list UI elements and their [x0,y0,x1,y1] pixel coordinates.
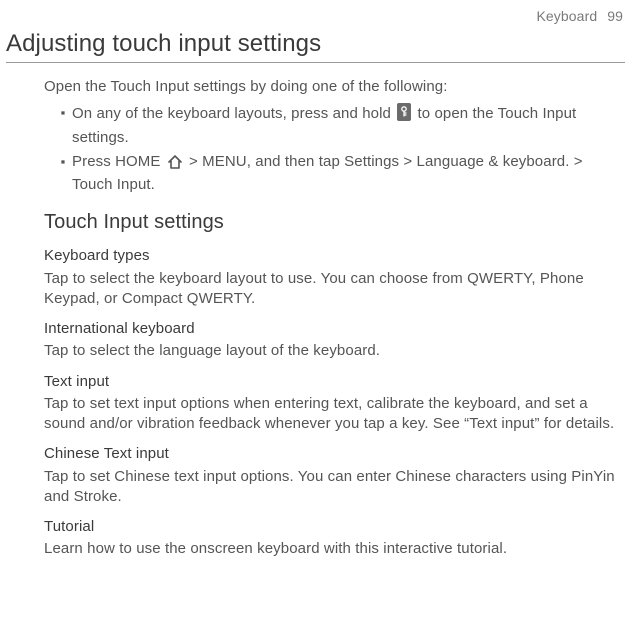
setting-block: Chinese Text input Tap to set Chinese te… [44,444,619,507]
page-title: Adjusting touch input settings [6,30,625,58]
setting-name: Keyboard types [44,246,619,266]
list-item: ▪ Press HOME > MENU, and then tap Settin… [44,152,619,196]
bullet-dot: ▪ [44,152,72,172]
setting-desc: Tap to select the keyboard layout to use… [44,269,619,310]
setting-block: Keyboard types Tap to select the keyboar… [44,246,619,309]
title-rule [6,62,625,63]
setting-block: International keyboard Tap to select the… [44,319,619,362]
running-header: Keyboard 99 [6,8,625,24]
bullet-dot: ▪ [44,103,72,123]
settings-key-icon [397,103,411,127]
setting-desc: Tap to set Chinese text input options. Y… [44,467,619,508]
list-item-text: On any of the keyboard layouts, press an… [72,103,619,148]
section-heading: Touch Input settings [44,209,619,236]
setting-block: Text input Tap to set text input options… [44,372,619,435]
text-fragment: Press HOME [72,153,165,170]
header-section: Keyboard [536,8,597,24]
setting-block: Tutorial Learn how to use the onscreen k… [44,517,619,560]
header-page-number: 99 [607,8,623,24]
body-content: Open the Touch Input settings by doing o… [6,77,625,560]
setting-desc: Tap to select the language layout of the… [44,341,619,361]
list-item-text: Press HOME > MENU, and then tap Settings… [72,152,619,196]
text-fragment: On any of the keyboard layouts, press an… [72,105,395,122]
setting-desc: Tap to set text input options when enter… [44,394,619,435]
list-item: ▪ On any of the keyboard layouts, press … [44,103,619,148]
setting-name: Text input [44,372,619,392]
page: Keyboard 99 Adjusting touch input settin… [0,0,637,560]
setting-name: International keyboard [44,319,619,339]
setting-name: Tutorial [44,517,619,537]
intro-text: Open the Touch Input settings by doing o… [44,77,619,97]
setting-name: Chinese Text input [44,444,619,464]
home-icon [167,155,183,175]
instruction-list: ▪ On any of the keyboard layouts, press … [44,103,619,195]
setting-desc: Learn how to use the onscreen keyboard w… [44,539,619,559]
